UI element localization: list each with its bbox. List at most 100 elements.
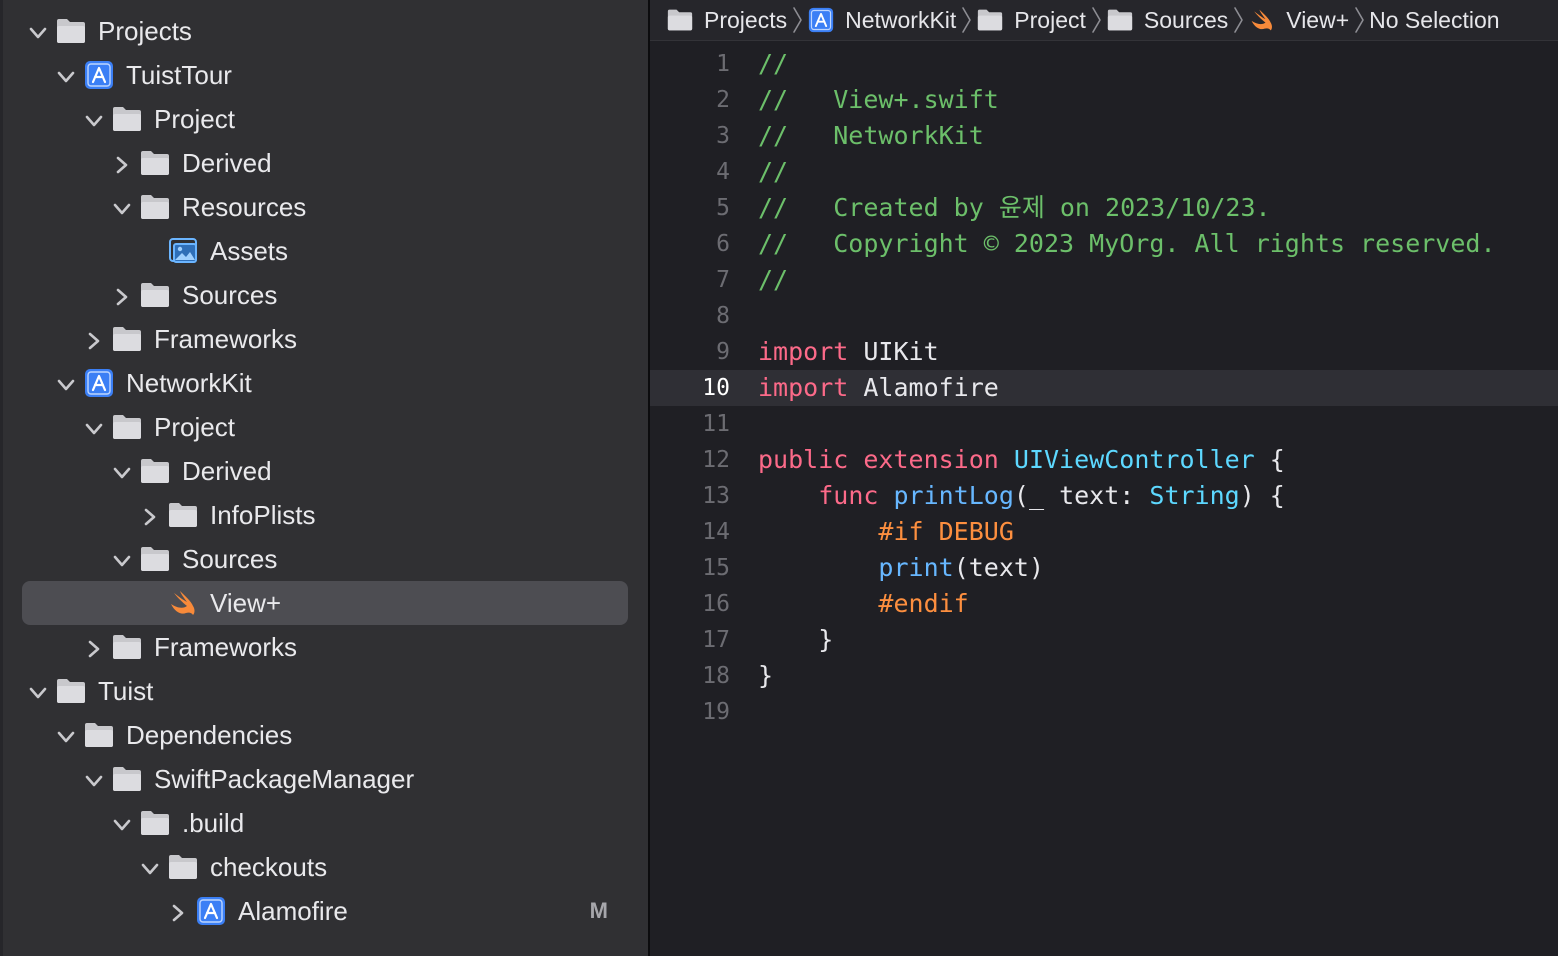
chevron-down-icon[interactable] <box>27 680 49 702</box>
source-editor[interactable]: Projects NetworkKit Project Sources View+ No … <box>650 0 1558 956</box>
chevron-down-icon[interactable] <box>83 768 105 790</box>
code-token-comment: // Created by 윤제 on 2023/10/23. <box>758 193 1271 222</box>
code-line[interactable]: 16 #endif <box>650 586 1558 622</box>
tree-row-projects[interactable]: Projects <box>0 9 648 53</box>
code-line[interactable]: 8 <box>650 298 1558 334</box>
code-line[interactable]: 12 public extension UIViewController { <box>650 442 1558 478</box>
xcode-project-icon <box>195 896 227 926</box>
code-line[interactable]: 17 } <box>650 622 1558 658</box>
folder-icon <box>139 808 171 838</box>
chevron-down-icon[interactable] <box>139 856 161 878</box>
tree-row-label: checkouts <box>210 852 328 882</box>
code-line[interactable]: 19 <box>650 694 1558 730</box>
breadcrumb-sources[interactable]: Sources <box>1106 0 1228 40</box>
code-line[interactable]: 11 <box>650 406 1558 442</box>
tree-row-build[interactable]: .build <box>0 801 648 845</box>
tree-row-view[interactable]: View+ <box>0 581 648 625</box>
code-token-plain: } <box>758 625 834 654</box>
line-number: 11 <box>702 411 730 437</box>
code-line[interactable]: 13 func printLog(_ text: String) { <box>650 478 1558 514</box>
tree-row-alamofire[interactable]: Alamofire M <box>0 889 648 933</box>
code-line[interactable]: 4 // <box>650 154 1558 190</box>
folder-icon <box>139 192 171 222</box>
jump-bar[interactable]: Projects NetworkKit Project Sources View+ No … <box>650 0 1558 41</box>
code-text: // <box>758 154 788 190</box>
code-token-comment: // View+.swift <box>758 85 999 114</box>
chevron-down-icon[interactable] <box>111 548 133 570</box>
tree-row-frameworks[interactable]: Frameworks <box>0 317 648 361</box>
folder-icon <box>139 280 171 310</box>
tree-row-tuisttour[interactable]: TuistTour <box>0 53 648 97</box>
folder-icon <box>111 632 143 662</box>
chevron-right-icon[interactable] <box>83 636 105 658</box>
chevron-right-icon[interactable] <box>139 504 161 526</box>
code-line[interactable]: 2 // View+.swift <box>650 82 1558 118</box>
swift-icon <box>1248 7 1276 33</box>
code-token-type: UIViewController <box>1013 445 1255 474</box>
tree-row-infoplists[interactable]: InfoPlists <box>0 493 648 537</box>
code-token-pre: #endif <box>878 589 969 618</box>
code-line[interactable]: 15 print(text) <box>650 550 1558 586</box>
chevron-down-icon[interactable] <box>55 64 77 86</box>
folder-icon <box>111 104 143 134</box>
chevron-down-icon[interactable] <box>83 108 105 130</box>
chevron-down-icon[interactable] <box>55 372 77 394</box>
tree-row-networkkit[interactable]: NetworkKit <box>0 361 648 405</box>
breadcrumb-view[interactable]: View+ <box>1248 0 1349 40</box>
code-line[interactable]: 10 import Alamofire <box>650 370 1558 406</box>
code-token-type: String <box>1149 481 1240 510</box>
tree-row-tuist[interactable]: Tuist <box>0 669 648 713</box>
folder-icon <box>167 500 199 530</box>
tree-row-label: TuistTour <box>126 60 232 90</box>
chevron-right-icon[interactable] <box>167 900 189 922</box>
chevron-down-icon[interactable] <box>111 460 133 482</box>
code-token-plain: { <box>1254 445 1285 474</box>
code-line[interactable]: 3 // NetworkKit <box>650 118 1558 154</box>
breadcrumb-networkkit[interactable]: NetworkKit <box>807 0 956 40</box>
code-line[interactable]: 9 import UIKit <box>650 334 1558 370</box>
code-line[interactable]: 7 // <box>650 262 1558 298</box>
selection-highlight <box>22 581 628 625</box>
chevron-down-icon[interactable] <box>111 196 133 218</box>
tree-row-assets[interactable]: Assets <box>0 229 648 273</box>
breadcrumb-no-selection[interactable]: No Selection <box>1369 0 1499 40</box>
code-line[interactable]: 5 // Created by 윤제 on 2023/10/23. <box>650 190 1558 226</box>
chevron-down-icon[interactable] <box>111 812 133 834</box>
chevron-right-icon[interactable] <box>111 284 133 306</box>
breadcrumb-separator-icon <box>1232 5 1244 35</box>
code-token-kw: import <box>758 373 849 402</box>
chevron-right-icon[interactable] <box>83 328 105 350</box>
source-control-status-badge: M <box>589 898 608 923</box>
breadcrumb-project[interactable]: Project <box>976 0 1086 40</box>
code-line[interactable]: 14 #if DEBUG <box>650 514 1558 550</box>
code-line[interactable]: 18} <box>650 658 1558 694</box>
code-token-comment: // <box>758 265 789 294</box>
chevron-down-icon[interactable] <box>83 416 105 438</box>
code-line[interactable]: 6 // Copyright © 2023 MyOrg. All rights r… <box>650 226 1558 262</box>
tree-row-resources[interactable]: Resources <box>0 185 648 229</box>
code-line[interactable]: 1 // <box>650 46 1558 82</box>
code-token-plain: Alamofire <box>848 373 999 402</box>
xcode-window: Projects TuistTour Project Derived Resources… <box>0 0 1558 956</box>
tree-row-derived[interactable]: Derived <box>0 141 648 185</box>
tree-row-checkouts[interactable]: checkouts <box>0 845 648 889</box>
line-number: 14 <box>702 519 730 545</box>
tree-row-swiftpackagemanager[interactable]: SwiftPackageManager <box>0 757 648 801</box>
chevron-right-icon[interactable] <box>111 152 133 174</box>
tree-row-sources[interactable]: Sources <box>0 273 648 317</box>
chevron-down-icon[interactable] <box>27 20 49 42</box>
breadcrumb-projects[interactable]: Projects <box>666 0 787 40</box>
code-text: // Copyright © 2023 MyOrg. All rights re… <box>758 226 1496 262</box>
tree-row-derived[interactable]: Derived <box>0 449 648 493</box>
project-navigator[interactable]: Projects TuistTour Project Derived Resources… <box>0 0 648 956</box>
tree-row-dependencies[interactable]: Dependencies <box>0 713 648 757</box>
chevron-down-icon[interactable] <box>55 724 77 746</box>
tree-row-project[interactable]: Project <box>0 405 648 449</box>
tree-row-sources[interactable]: Sources <box>0 537 648 581</box>
folder-icon <box>167 852 199 882</box>
tree-row-project[interactable]: Project <box>0 97 648 141</box>
tree-row-frameworks[interactable]: Frameworks <box>0 625 648 669</box>
